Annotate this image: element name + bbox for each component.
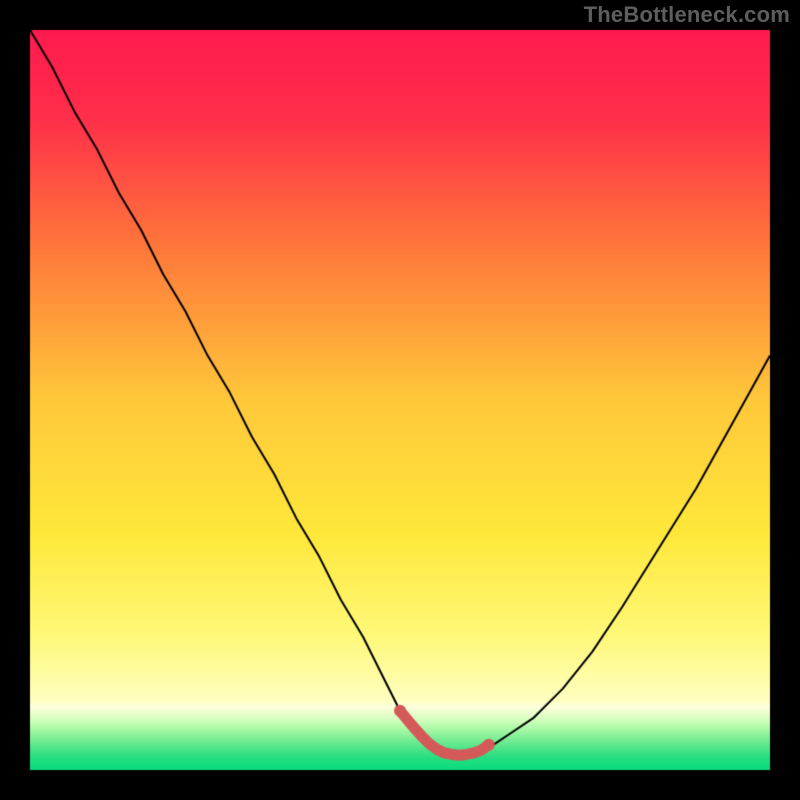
bottleneck-chart: [0, 0, 800, 800]
watermark-text: TheBottleneck.com: [584, 2, 790, 28]
